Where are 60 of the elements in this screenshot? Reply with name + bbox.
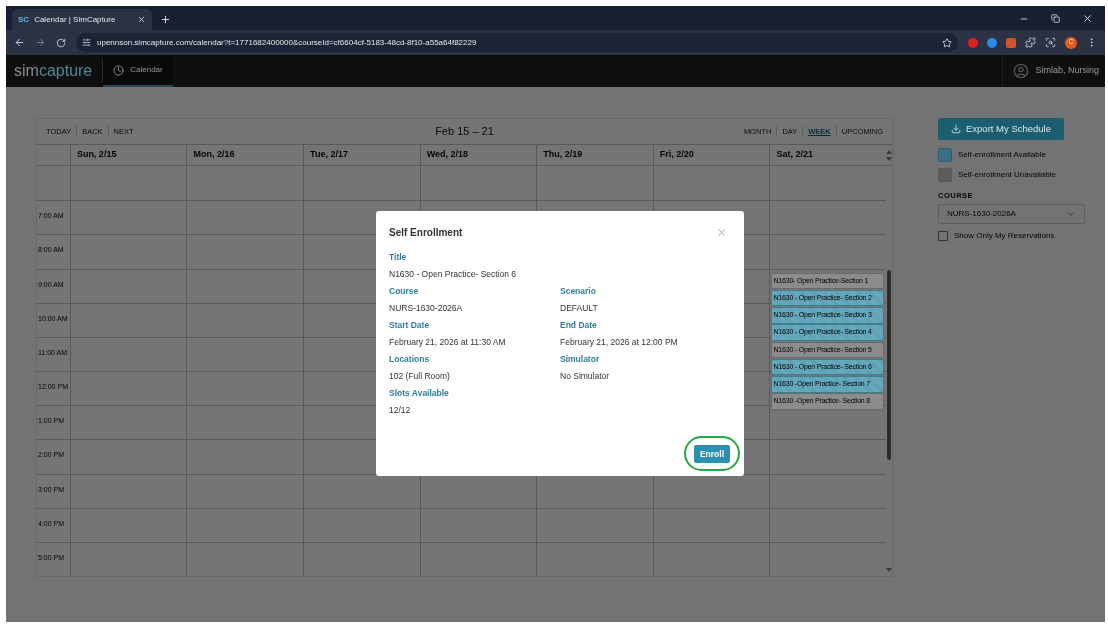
user-name: Simlab, Nursing <box>1035 64 1099 78</box>
favicon: SC <box>18 13 30 26</box>
bookmark-star-icon[interactable] <box>942 37 952 48</box>
day-header: Mon, 2/16 <box>193 148 235 162</box>
course-select[interactable]: NURS-1630-2026A <box>938 204 1085 225</box>
url-text: upennson.simcapture.com/calendar?t=1771682400000&courseId=cf6604cf-5183-48cd-8f10-a55a64f82229 <box>97 36 478 49</box>
site-info-icon[interactable] <box>82 38 91 47</box>
close-window-icon[interactable] <box>1082 13 1093 24</box>
user-avatar-icon <box>1013 63 1030 79</box>
field-label: End Date <box>560 319 598 332</box>
day-header: Fri, 2/20 <box>659 148 694 162</box>
day-header: Tue, 2/17 <box>310 148 348 162</box>
field-value: N1630 - Open Practice- Section 6 <box>389 268 518 281</box>
field-label: Locations <box>389 353 431 366</box>
new-tab-icon[interactable] <box>160 14 171 25</box>
download-icon <box>951 124 961 134</box>
scroll-down-icon[interactable] <box>886 568 892 572</box>
restore-icon[interactable] <box>1051 14 1060 23</box>
address-bar[interactable]: upennson.simcapture.com/calendar?t=1771682400000&courseId=cf6604cf-5183-48cd-8f10-a55a64f82229 <box>76 33 958 52</box>
scrollbar-thumb[interactable] <box>887 270 892 460</box>
field-value: 102 (Full Room) <box>389 370 451 383</box>
extensions-icon[interactable] <box>1025 37 1036 48</box>
forward-icon[interactable] <box>35 37 46 48</box>
checkbox[interactable] <box>938 231 948 242</box>
enroll-button[interactable]: Enroll <box>693 445 730 463</box>
scroll-down-icon[interactable] <box>886 156 893 161</box>
nav-tab[interactable]: Calendar <box>103 55 173 87</box>
legend-label: Self-enrollment Available <box>958 149 1046 161</box>
field-label: Title <box>389 251 408 264</box>
extension-square-icon[interactable] <box>1006 37 1016 48</box>
close-icon[interactable] <box>716 227 727 238</box>
scroll-up-icon[interactable] <box>886 149 893 154</box>
app-logo[interactable]: simcapture <box>14 59 93 83</box>
field-value: DEFAULT <box>560 302 599 315</box>
field-value: NURS-1630-2026A <box>389 302 464 315</box>
day-header: Sun, 2/15 <box>76 148 117 162</box>
legend-label: Self-enrollment Unavailable <box>958 169 1056 181</box>
day-header: Wed, 2/18 <box>426 148 468 162</box>
field-value: February 21, 2026 at 12:00 PM <box>560 336 679 349</box>
checkbox-label: Show Only My Reservations <box>954 230 1055 243</box>
field-label: Scenario <box>560 285 597 298</box>
day-header: Sat, 2/21 <box>776 148 813 162</box>
day-header: Thu, 2/19 <box>543 148 583 162</box>
date-range-title: Feb 15 – 21 <box>435 124 494 140</box>
field-value: 12/12 <box>389 404 412 417</box>
back-icon[interactable] <box>14 37 25 48</box>
field-label: Start Date <box>389 319 431 332</box>
field-label: Slots Available <box>389 387 450 400</box>
field-label: Course <box>389 285 420 298</box>
dialog-title: Self Enrollment <box>389 226 463 240</box>
browser-tab[interactable]: SC Calendar | SimCapture <box>12 9 152 30</box>
reload-icon[interactable] <box>56 37 66 48</box>
clock-icon <box>113 64 125 76</box>
field-label: Simulator <box>560 353 601 366</box>
close-tab-icon[interactable] <box>137 15 146 24</box>
screen-search-icon[interactable] <box>1045 37 1056 48</box>
export-schedule-button[interactable]: Export My Schedule <box>938 118 1064 140</box>
tab-title: Calendar | SimCapture <box>34 13 117 26</box>
field-value: No Simulator <box>560 370 611 383</box>
field-value: February 21, 2026 at 11:30 AM <box>389 336 507 349</box>
